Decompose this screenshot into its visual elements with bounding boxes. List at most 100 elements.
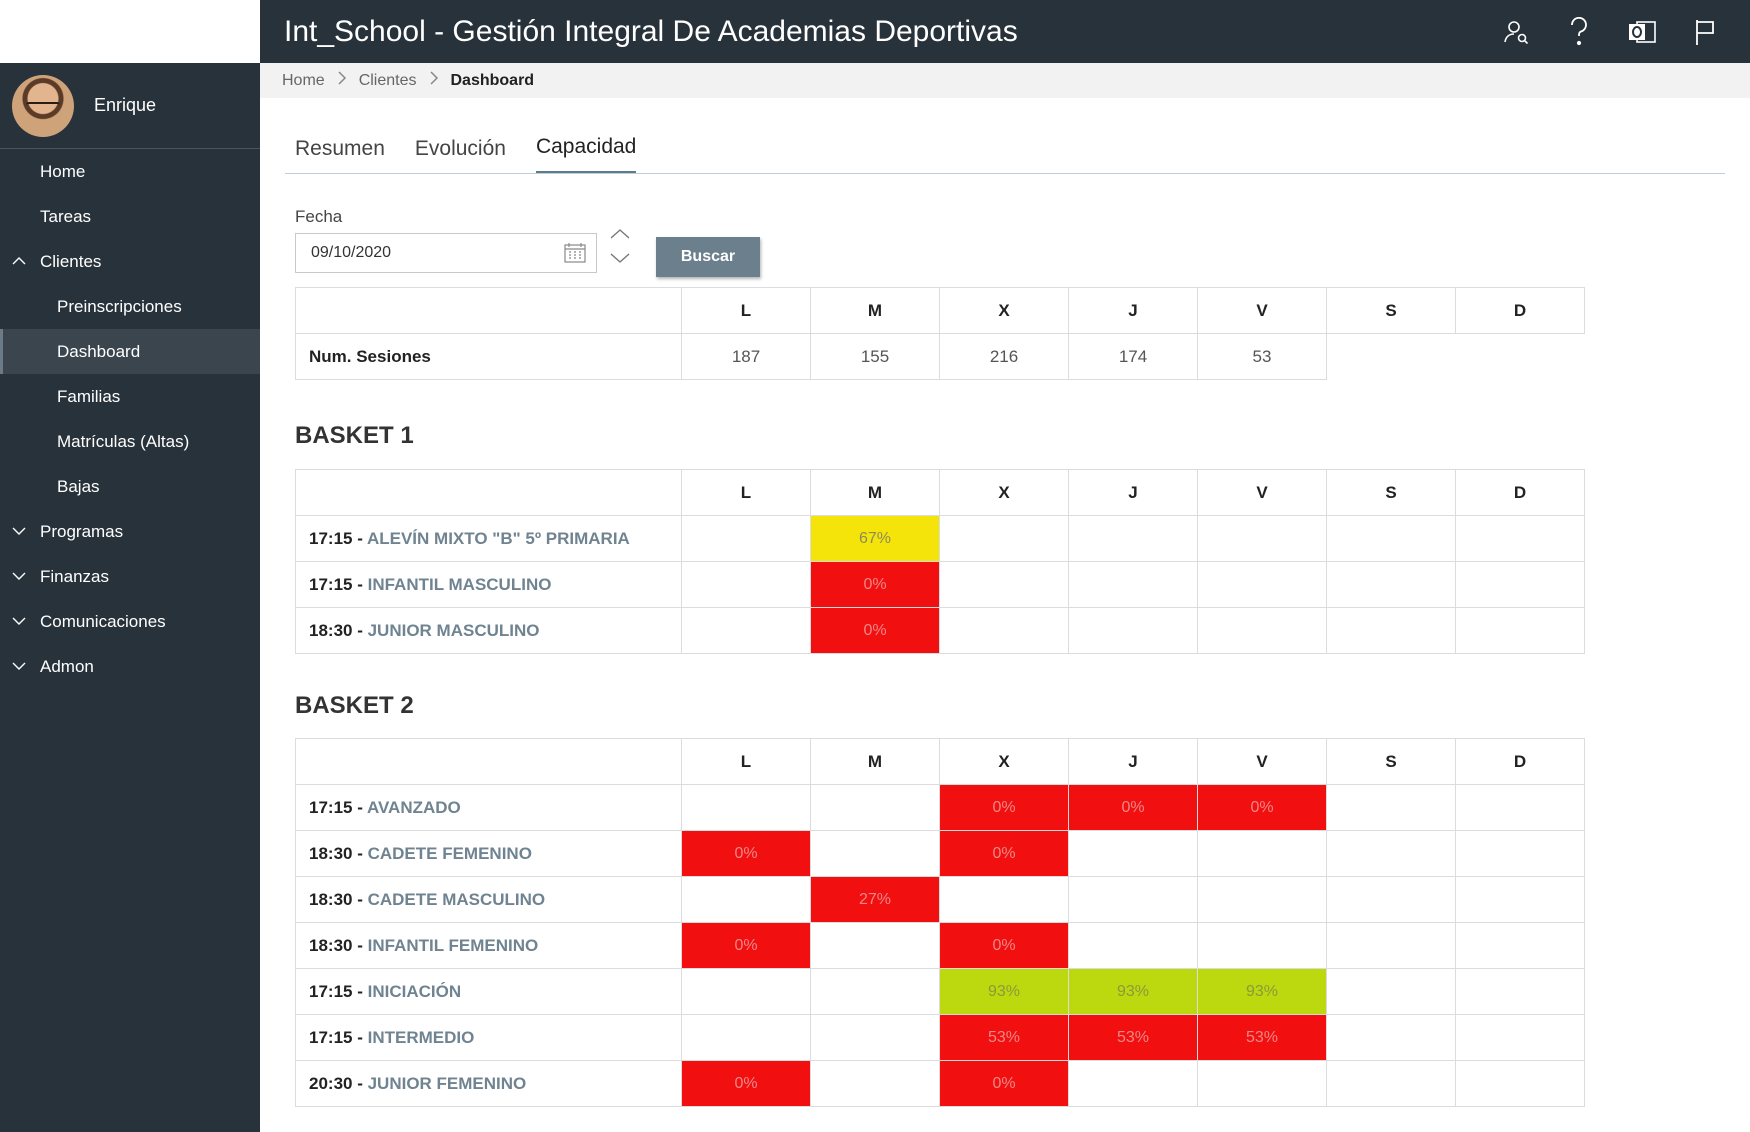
buscar-button[interactable]: Buscar	[656, 237, 760, 277]
capacity-cell	[1455, 515, 1585, 562]
tab-capacidad[interactable]: Capacidad	[535, 135, 637, 173]
sidebar-item-label: Tareas	[40, 206, 92, 226]
date-stepper[interactable]	[608, 227, 632, 269]
group-link[interactable]: INFANTIL MASCULINO	[368, 575, 552, 594]
capacity-cell[interactable]: 53%	[1197, 1014, 1327, 1061]
capacity-cell[interactable]: 27%	[810, 876, 940, 923]
sidebar-item-label: Matrículas (Altas)	[57, 431, 190, 451]
capacity-cell[interactable]: 0%	[681, 922, 811, 969]
capacity-cell	[1197, 561, 1327, 608]
table-row: 18:30 - CADETE MASCULINO 27%	[295, 876, 1585, 923]
day-header: M	[810, 287, 940, 334]
calendar-icon[interactable]	[564, 243, 586, 268]
capacity-cell	[939, 607, 1069, 654]
capacity-cell[interactable]: 53%	[939, 1014, 1069, 1061]
tab-resumen[interactable]: Resumen	[295, 137, 385, 173]
breadcrumb-current: Dashboard	[450, 71, 535, 89]
session-name-cell: 17:15 - ALEVÍN MIXTO "B" 5º PRIMARIA	[295, 515, 682, 562]
capacity-cell	[1326, 876, 1456, 923]
group-link[interactable]: ALEVÍN MIXTO "B" 5º PRIMARIA	[367, 529, 630, 548]
user-panel[interactable]: Enrique	[0, 63, 260, 149]
capacity-cell	[1197, 515, 1327, 562]
breadcrumb-clientes[interactable]: Clientes	[359, 72, 417, 90]
sessions-cell: 216	[939, 333, 1069, 380]
capacity-cell	[1455, 968, 1585, 1015]
sidebar-item-admon[interactable]: Admon	[0, 644, 260, 689]
session-name-cell: 18:30 - JUNIOR MASCULINO	[295, 607, 682, 654]
sidebar-item-label: Comunicaciones	[40, 611, 166, 631]
capacity-cell	[939, 876, 1069, 923]
capacity-cell	[810, 1060, 940, 1107]
group-link[interactable]: AVANZADO	[367, 798, 461, 817]
capacity-tables: L M X J V S D Num. Sesiones 187 155 216 174 53 BASKET…	[295, 287, 1725, 1107]
sidebar: Enrique Home Tareas Clientes Preinscripcion…	[0, 0, 260, 1132]
group-link[interactable]: INFANTIL FEMENINO	[368, 936, 539, 955]
capacity-cell[interactable]: 0%	[939, 1060, 1069, 1107]
capacity-cell[interactable]: 0%	[939, 784, 1069, 831]
capacity-cell	[1455, 784, 1585, 831]
outlook-icon[interactable]	[1624, 14, 1660, 50]
user-search-icon[interactable]	[1498, 14, 1534, 50]
date-input[interactable]: 09/10/2020	[295, 233, 597, 273]
tab-evolucion[interactable]: Evolución	[415, 137, 506, 173]
sidebar-item-tareas[interactable]: Tareas	[0, 194, 260, 239]
capacity-cell[interactable]: 0%	[939, 830, 1069, 877]
group-link[interactable]: CADETE FEMENINO	[368, 844, 532, 863]
help-icon[interactable]	[1561, 14, 1597, 50]
capacity-cell[interactable]: 0%	[939, 922, 1069, 969]
sidebar-item-label: Familias	[57, 386, 121, 406]
session-time: 20:30 -	[309, 1073, 368, 1093]
chevron-up-icon	[12, 256, 26, 268]
sidebar-item-programas[interactable]: Programas	[0, 509, 260, 554]
table-row: 17:15 - INFANTIL MASCULINO 0%	[295, 561, 1585, 608]
sidebar-item-matr-culas-altas[interactable]: Matrículas (Altas)	[0, 419, 260, 464]
capacity-cell[interactable]: 93%	[939, 968, 1069, 1015]
group-link[interactable]: CADETE MASCULINO	[368, 890, 546, 909]
avatar[interactable]	[12, 74, 74, 137]
sidebar-item-preinscripciones[interactable]: Preinscripciones	[0, 284, 260, 329]
capacity-cell	[1068, 561, 1198, 608]
sidebar-item-dashboard[interactable]: Dashboard	[0, 329, 260, 374]
group-link[interactable]: INICIACIÓN	[368, 982, 462, 1001]
group-link[interactable]: INTERMEDIO	[368, 1028, 475, 1047]
capacity-cell	[1068, 830, 1198, 877]
capacity-cell	[681, 968, 811, 1015]
sidebar-item-bajas[interactable]: Bajas	[0, 464, 260, 509]
session-time: 18:30 -	[309, 843, 368, 863]
chevron-down-icon[interactable]	[610, 251, 630, 269]
sidebar-item-label: Programas	[40, 521, 124, 541]
sidebar-item-clientes[interactable]: Clientes	[0, 239, 260, 284]
day-header: D	[1455, 287, 1585, 334]
sidebar-item-comunicaciones[interactable]: Comunicaciones	[0, 599, 260, 644]
day-header-row: LMXJVSD	[295, 287, 1585, 334]
capacity-cell[interactable]: 0%	[1197, 784, 1327, 831]
capacity-cell[interactable]: 0%	[681, 830, 811, 877]
sessions-cell: 174	[1068, 333, 1198, 380]
capacity-cell[interactable]: 67%	[810, 515, 940, 562]
capacity-cell[interactable]: 0%	[810, 607, 940, 654]
sessions-cell: 155	[810, 333, 940, 380]
capacity-cell[interactable]: 93%	[1197, 968, 1327, 1015]
group-link[interactable]: JUNIOR MASCULINO	[368, 621, 540, 640]
capacity-cell[interactable]: 0%	[681, 1060, 811, 1107]
capacity-cell	[939, 561, 1069, 608]
sidebar-item-familias[interactable]: Familias	[0, 374, 260, 419]
table-row: 17:15 - INICIACIÓN 93% 93% 93%	[295, 968, 1585, 1015]
fecha-label: Fecha	[295, 207, 343, 226]
sidebar-item-home[interactable]: Home	[0, 149, 260, 194]
sidebar-item-finanzas[interactable]: Finanzas	[0, 554, 260, 599]
capacity-cell	[1068, 876, 1198, 923]
flag-icon[interactable]	[1687, 14, 1723, 50]
table-row: 17:15 - ALEVÍN MIXTO "B" 5º PRIMARIA 67%	[295, 515, 1585, 562]
capacity-cell[interactable]: 0%	[810, 561, 940, 608]
chevron-up-icon[interactable]	[610, 227, 630, 245]
day-header: L	[681, 469, 811, 516]
capacity-cell[interactable]: 0%	[1068, 784, 1198, 831]
capacity-cell[interactable]: 53%	[1068, 1014, 1198, 1061]
day-header: V	[1197, 287, 1327, 334]
capacity-cell[interactable]: 93%	[1068, 968, 1198, 1015]
group-link[interactable]: JUNIOR FEMENINO	[368, 1074, 527, 1093]
breadcrumb-home[interactable]: Home	[282, 72, 325, 90]
main-content: Resumen Evolución Capacidad Fecha 09/10/…	[285, 98, 1725, 1107]
tab-bar: Resumen Evolución Capacidad	[285, 98, 1725, 174]
